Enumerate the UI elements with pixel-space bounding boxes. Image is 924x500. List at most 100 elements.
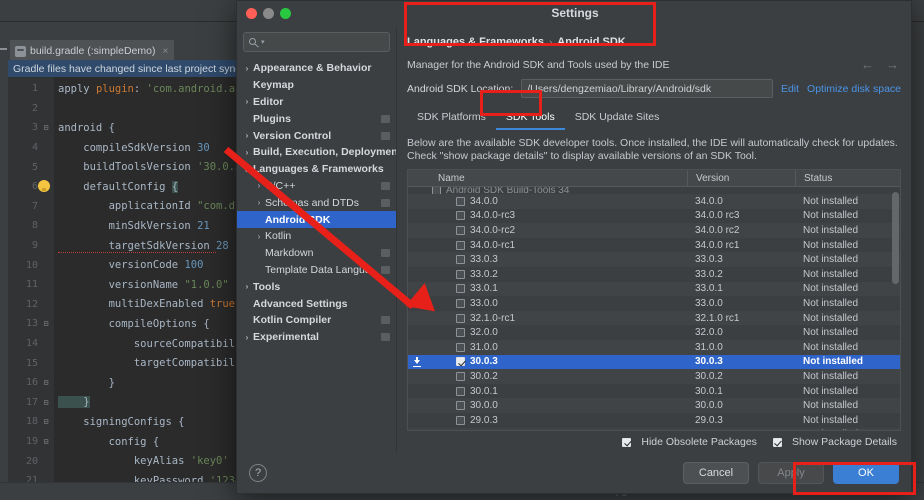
- option-show-package-details[interactable]: Show Package Details: [772, 436, 897, 448]
- editor-scrollbar[interactable]: [914, 30, 924, 470]
- row-checkbox[interactable]: [456, 342, 465, 352]
- sidebar-item-tools[interactable]: › Tools: [237, 278, 396, 295]
- column-header-status[interactable]: Status: [795, 170, 900, 186]
- row-checkbox[interactable]: [456, 240, 465, 250]
- row-checkbox[interactable]: [456, 328, 465, 338]
- chevron-right-icon[interactable]: ›: [241, 148, 253, 157]
- editor-tab-build-gradle[interactable]: build.gradle (:simpleDemo) ×: [10, 40, 175, 60]
- chevron-right-icon[interactable]: ›: [241, 64, 253, 73]
- arrow-left-icon[interactable]: ←: [861, 57, 874, 72]
- code-line: 3 ⊟ android {: [8, 118, 240, 138]
- sdk-location-input[interactable]: /Users/dengzemiao/Library/Android/sdk: [521, 79, 773, 98]
- ok-button[interactable]: OK: [833, 462, 899, 484]
- table-row[interactable]: 34.0.0 34.0.0 Not installed: [408, 194, 900, 209]
- chevron-down-icon[interactable]: ▾: [261, 38, 265, 46]
- fold-icon[interactable]: ⊟: [38, 417, 54, 426]
- fold-icon[interactable]: ⊟: [38, 398, 54, 407]
- fold-icon[interactable]: ⊟: [38, 378, 54, 387]
- edit-link[interactable]: Edit: [781, 83, 799, 95]
- fold-icon[interactable]: ⊟: [38, 123, 54, 132]
- row-checkbox[interactable]: [456, 415, 465, 425]
- sidebar-item-label: Plugins: [253, 112, 291, 125]
- column-header-version[interactable]: Version: [687, 170, 795, 186]
- table-row[interactable]: 32.1.0-rc1 32.1.0 rc1 Not installed: [408, 310, 900, 326]
- chevron-right-icon[interactable]: ›: [253, 198, 265, 207]
- row-checkbox[interactable]: [456, 284, 465, 294]
- sidebar-item-experimental[interactable]: › Experimental: [237, 329, 396, 346]
- row-checkbox[interactable]: [456, 386, 465, 396]
- fold-icon[interactable]: ⊟: [38, 437, 54, 446]
- row-checkbox[interactable]: [432, 187, 441, 194]
- table-body[interactable]: Android SDK Build-Tools 34 34.0.0 34.0.0 No…: [408, 187, 900, 430]
- row-checkbox[interactable]: [456, 225, 465, 235]
- sidebar-item-schemas-and-dtds[interactable]: › Schemas and DTDs: [237, 194, 396, 211]
- row-checkbox[interactable]: [456, 196, 465, 206]
- option-checkbox[interactable]: [772, 437, 782, 447]
- tab-sdk-tools[interactable]: SDK Tools: [495, 107, 565, 130]
- apply-button[interactable]: Apply: [758, 462, 824, 484]
- intention-bulb-icon[interactable]: [38, 180, 50, 192]
- table-row[interactable]: 30.0.2 30.0.2 Not installed: [408, 369, 900, 384]
- cancel-button[interactable]: Cancel: [683, 462, 749, 484]
- table-scrollbar[interactable]: [892, 188, 899, 429]
- search-input[interactable]: ▾: [243, 32, 390, 52]
- dialog-title: Settings: [551, 6, 599, 20]
- optimize-disk-space-link[interactable]: Optimize disk space: [807, 83, 901, 95]
- row-checkbox[interactable]: [456, 371, 465, 381]
- table-row[interactable]: 34.0.0-rc1 34.0.0 rc1 Not installed: [408, 238, 900, 253]
- chevron-right-icon[interactable]: ›: [253, 232, 265, 241]
- fold-icon[interactable]: ⊟: [38, 319, 54, 328]
- sidebar-item-version-control[interactable]: › Version Control: [237, 127, 396, 144]
- row-checkbox[interactable]: [456, 255, 465, 265]
- table-scrollbar-thumb[interactable]: [892, 192, 899, 284]
- table-row[interactable]: Android SDK Build-Tools 34: [408, 187, 900, 194]
- table-row[interactable]: 33.0.2 33.0.2 Not installed: [408, 267, 900, 282]
- breadcrumb-nav: ← →: [861, 57, 899, 72]
- arrow-right-icon[interactable]: →: [886, 57, 899, 72]
- sidebar-item-keymap[interactable]: Keymap: [237, 77, 396, 94]
- sidebar-item-advanced-settings[interactable]: Advanced Settings: [237, 295, 396, 312]
- gradle-sync-banner[interactable]: Gradle files have changed since last pro…: [8, 60, 240, 77]
- chevron-right-icon[interactable]: ›: [241, 333, 253, 342]
- cell-status: Not installed: [803, 385, 859, 397]
- tab-sdk-platforms[interactable]: SDK Platforms: [407, 107, 496, 130]
- table-row[interactable]: 32.0.0 32.0.0 Not installed: [408, 325, 900, 340]
- sidebar-item-editor[interactable]: › Editor: [237, 94, 396, 111]
- row-checkbox[interactable]: [456, 401, 465, 411]
- table-row[interactable]: 29.0.229.0.2Not installed: [408, 427, 900, 430]
- table-row[interactable]: 30.0.3 30.0.3 Not installed: [408, 354, 900, 370]
- settings-tree[interactable]: › Appearance & Behavior Keymap › Editor Plugi…: [237, 58, 396, 453]
- row-checkbox[interactable]: [456, 269, 465, 279]
- sdk-tabs[interactable]: SDK Platforms SDK Tools SDK Update Sites: [407, 107, 901, 130]
- help-button[interactable]: ?: [249, 464, 267, 482]
- close-icon[interactable]: ×: [162, 46, 168, 57]
- chevron-right-icon[interactable]: ›: [241, 282, 253, 291]
- table-row[interactable]: 34.0.0-rc2 34.0.0 rc2 Not installed: [408, 223, 900, 238]
- tab-sdk-update-sites[interactable]: SDK Update Sites: [565, 107, 670, 130]
- option-checkbox[interactable]: [622, 437, 632, 447]
- table-row[interactable]: 31.0.0 31.0.0 Not installed: [408, 339, 900, 355]
- chevron-right-icon[interactable]: ›: [241, 131, 253, 140]
- breadcrumb-parent[interactable]: Languages & Frameworks: [407, 36, 544, 48]
- table-row[interactable]: 29.0.3 29.0.3 Not installed: [408, 413, 900, 428]
- row-checkbox[interactable]: [456, 357, 465, 367]
- chevron-right-icon[interactable]: ›: [241, 97, 253, 106]
- table-row[interactable]: 33.0.0 33.0.0 Not installed: [408, 296, 900, 311]
- table-row[interactable]: 33.0.3 33.0.3 Not installed: [408, 252, 900, 267]
- code-editor[interactable]: 1apply plugin: 'com.android.applic23⊟and…: [8, 77, 240, 500]
- row-checkbox[interactable]: [456, 211, 465, 221]
- sidebar-item-build-execution-deployment[interactable]: › Build, Execution, Deployment: [237, 144, 396, 161]
- table-row[interactable]: 30.0.0 30.0.0 Not installed: [408, 398, 900, 413]
- column-header-name[interactable]: Name: [408, 170, 687, 186]
- sidebar-item-kotlin-compiler[interactable]: Kotlin Compiler: [237, 312, 396, 329]
- table-row[interactable]: 33.0.1 33.0.1 Not installed: [408, 281, 900, 297]
- row-name-label: Android SDK Build-Tools 34: [446, 187, 570, 194]
- table-row[interactable]: 30.0.1 30.0.1 Not installed: [408, 384, 900, 399]
- sidebar-item-plugins[interactable]: Plugins: [237, 110, 396, 127]
- sidebar-item-markdown[interactable]: Markdown: [237, 245, 396, 262]
- table-row[interactable]: 34.0.0-rc3 34.0.0 rc3 Not installed: [408, 209, 900, 224]
- sidebar-item-appearance-behavior[interactable]: › Appearance & Behavior: [237, 60, 396, 77]
- row-checkbox[interactable]: [456, 313, 465, 323]
- row-checkbox[interactable]: [456, 298, 465, 308]
- option-hide-obsolete-packages[interactable]: Hide Obsolete Packages: [622, 436, 757, 448]
